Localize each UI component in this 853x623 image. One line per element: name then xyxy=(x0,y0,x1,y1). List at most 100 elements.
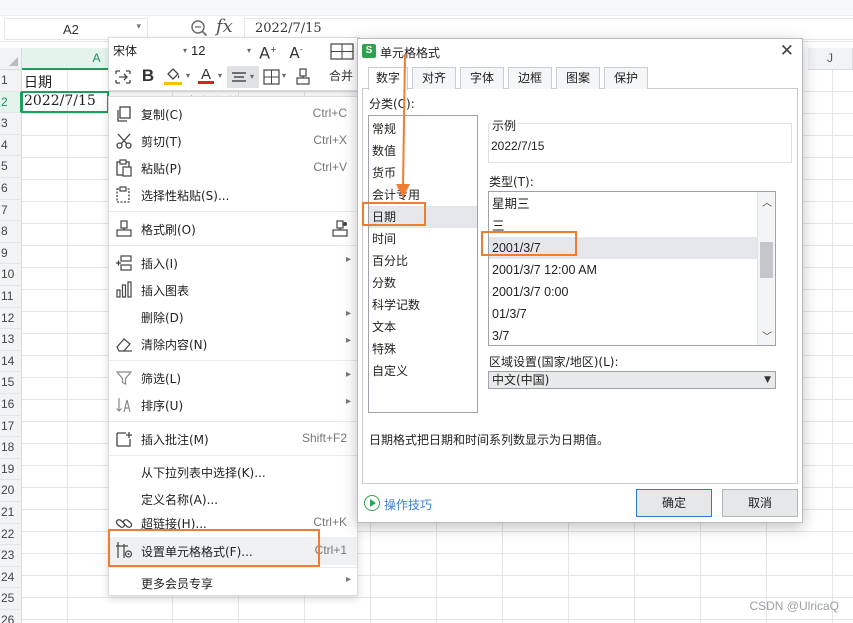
menu-item-define-name[interactable]: 定义名称(A)... xyxy=(109,486,357,512)
category-item[interactable]: 货币 xyxy=(369,162,477,184)
chevron-down-icon[interactable]: ▾ xyxy=(218,71,222,80)
tab-font[interactable]: 字体 xyxy=(460,67,504,89)
ok-button[interactable]: 确定 xyxy=(636,489,712,517)
wrap-text-icon[interactable] xyxy=(113,67,133,87)
row-header-5[interactable]: 5 xyxy=(0,156,22,178)
menu-item-copy[interactable]: 复制(C) Ctrl+C xyxy=(109,101,357,127)
row-header-14[interactable]: 14 xyxy=(0,350,22,373)
chevron-down-icon[interactable]: ▾ xyxy=(186,71,190,80)
row-header-19[interactable]: 19 xyxy=(0,458,22,481)
row-header-23[interactable]: 23 xyxy=(0,545,22,567)
chevron-down-icon[interactable]: ▾ xyxy=(183,41,187,61)
select-all-corner[interactable] xyxy=(0,48,22,70)
type-item[interactable]: 3/7 xyxy=(489,325,757,345)
font-size-select[interactable]: 12 ▾ xyxy=(191,41,253,61)
merge-button-label[interactable]: 合并 xyxy=(329,67,353,84)
fill-color-button[interactable] xyxy=(161,65,185,87)
category-item[interactable]: 特殊 xyxy=(369,338,477,360)
category-item[interactable]: 科学记数 xyxy=(369,294,477,316)
row-header-22[interactable]: 22 xyxy=(0,523,22,546)
menu-item-paste-special[interactable]: 选择性粘贴(S)... xyxy=(109,182,357,208)
row-header-25[interactable]: 25 xyxy=(0,588,22,610)
row-header-17[interactable]: 17 xyxy=(0,415,22,438)
row-header-20[interactable]: 20 xyxy=(0,480,22,502)
row-header-15[interactable]: 15 xyxy=(0,372,22,394)
row-header-16[interactable]: 16 xyxy=(0,394,22,416)
zoom-icon[interactable] xyxy=(190,18,208,38)
close-icon[interactable]: ✕ xyxy=(780,41,794,61)
category-item[interactable]: 数值 xyxy=(369,140,477,162)
row-header-11[interactable]: 11 xyxy=(0,286,22,308)
font-name-select[interactable]: 宋体 ▾ xyxy=(113,41,189,61)
grow-font-button[interactable]: A+ xyxy=(257,39,279,62)
cancel-button[interactable]: 取消 xyxy=(722,489,798,517)
row-header-8[interactable]: 8 xyxy=(0,221,22,243)
type-item[interactable]: 01/3/7 xyxy=(489,303,757,325)
fx-icon[interactable]: fx xyxy=(216,16,233,37)
format-brush-icon[interactable] xyxy=(295,68,311,86)
row-header-4[interactable]: 4 xyxy=(0,134,22,157)
row-header-10[interactable]: 10 xyxy=(0,264,22,286)
tab-border[interactable]: 边框 xyxy=(508,67,552,89)
menu-item-clear[interactable]: 清除内容(N) ▸ xyxy=(109,331,357,357)
merge-cells-icon[interactable] xyxy=(329,41,357,63)
row-header-12[interactable]: 12 xyxy=(0,307,22,330)
category-item[interactable]: 常规 xyxy=(369,118,477,140)
font-color-button[interactable]: A xyxy=(195,64,217,86)
name-box-value: A2 xyxy=(63,22,79,37)
type-list-scrollbar[interactable]: ︿ ﹀ xyxy=(757,192,775,345)
category-item[interactable]: 分数 xyxy=(369,272,477,294)
border-icon[interactable] xyxy=(263,69,281,85)
chevron-down-icon[interactable]: ▾ xyxy=(247,41,251,61)
category-item[interactable]: 自定义 xyxy=(369,360,477,382)
row-header-3[interactable]: 3 xyxy=(0,113,22,135)
tab-alignment[interactable]: 对齐 xyxy=(412,67,456,89)
menu-item-cut[interactable]: 剪切(T) Ctrl+X xyxy=(109,128,357,154)
row-header-9[interactable]: 9 xyxy=(0,242,22,265)
row-header-18[interactable]: 18 xyxy=(0,437,22,459)
menu-item-format-painter[interactable]: 格式刷(O) xyxy=(109,216,357,242)
type-list[interactable]: 星期三 三 2001/3/7 2001/3/7 12:00 AM 2001/3/… xyxy=(488,191,776,346)
row-header-24[interactable]: 24 xyxy=(0,566,22,589)
chevron-down-icon[interactable]: ▾ xyxy=(250,72,254,81)
row-header-21[interactable]: 21 xyxy=(0,502,22,524)
menu-item-insert[interactable]: 插入(I) ▸ xyxy=(109,250,357,276)
type-item[interactable]: 星期三 xyxy=(489,193,757,215)
menu-item-delete[interactable]: 删除(D) ▸ xyxy=(109,304,357,330)
scrollbar-thumb[interactable] xyxy=(760,242,773,278)
row-header-26[interactable]: 26 xyxy=(0,610,22,623)
row-header-2[interactable]: 2 xyxy=(0,91,22,114)
row-header-7[interactable]: 7 xyxy=(0,199,22,222)
align-button[interactable]: ▾ xyxy=(227,66,259,88)
menu-item-paste[interactable]: 粘贴(P) Ctrl+V xyxy=(109,155,357,181)
chevron-up-icon[interactable]: ︿ xyxy=(762,194,772,209)
format-painter-lock-icon[interactable] xyxy=(331,220,349,238)
row-header-1[interactable]: 1 xyxy=(0,70,22,92)
menu-item-insert-chart[interactable]: 插入图表 xyxy=(109,277,357,303)
tab-pattern[interactable]: 图案 xyxy=(556,67,600,89)
category-item[interactable]: 时间 xyxy=(369,228,477,250)
dialog-titlebar[interactable]: S 单元格格式 ✕ xyxy=(358,39,802,65)
category-item[interactable]: 百分比 xyxy=(369,250,477,272)
category-list[interactable]: 常规 数值 货币 会计专用 日期 时间 百分比 分数 科学记数 文本 特殊 自定… xyxy=(368,115,478,413)
menu-item-filter[interactable]: 筛选(L) ▸ xyxy=(109,365,357,391)
type-item[interactable]: 2001/3/7 12:00 AM xyxy=(489,259,757,281)
menu-item-insert-comment[interactable]: 插入批注(M) Shift+F2 xyxy=(109,426,357,452)
locale-select[interactable]: 中文(中国) ▼ xyxy=(488,371,776,389)
chevron-down-icon[interactable]: ▾ xyxy=(282,71,286,80)
column-header-j[interactable]: J xyxy=(808,48,853,70)
cell-a1[interactable]: 日期 xyxy=(24,72,52,92)
chevron-down-icon[interactable]: ▼ xyxy=(764,372,771,388)
menu-item-sort[interactable]: 排序(U) ▸ xyxy=(109,392,357,418)
category-item[interactable]: 文本 xyxy=(369,316,477,338)
menu-item-member-exclusive[interactable]: 更多会员专享 ▸ xyxy=(109,570,357,596)
bold-button[interactable]: B xyxy=(137,65,159,87)
shrink-font-button[interactable]: A- xyxy=(285,39,307,62)
tab-protection[interactable]: 保护 xyxy=(604,67,648,89)
row-header-6[interactable]: 6 xyxy=(0,178,22,200)
menu-item-pick-from-list[interactable]: 从下拉列表中选择(K)... xyxy=(109,459,357,485)
type-item[interactable]: 2001/3/7 0:00 xyxy=(489,281,757,303)
chevron-down-icon[interactable]: ▾ xyxy=(136,22,141,32)
row-header-13[interactable]: 13 xyxy=(0,329,22,351)
chevron-down-icon[interactable]: ﹀ xyxy=(762,328,772,343)
